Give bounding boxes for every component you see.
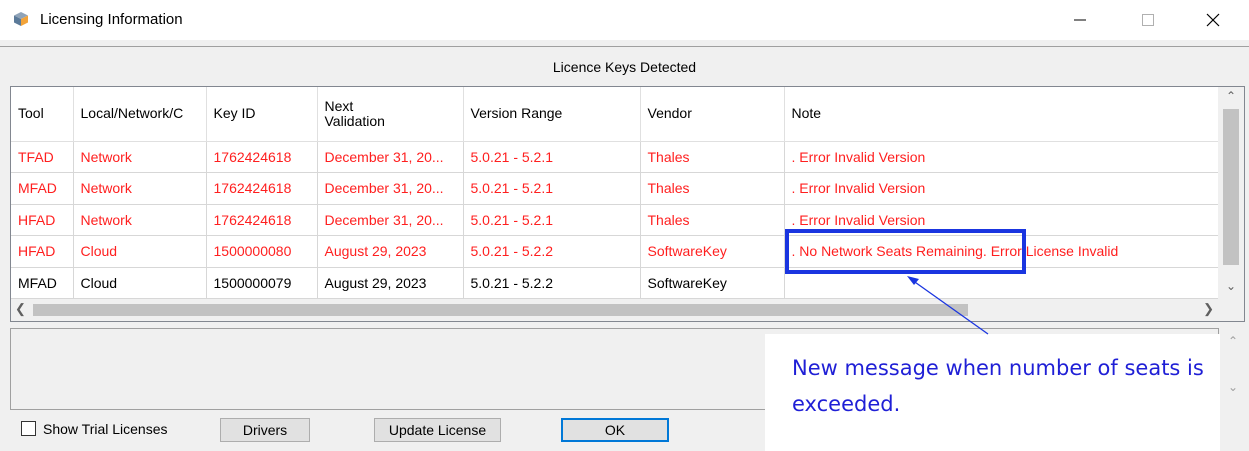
cell-version-range: 5.0.21 - 5.2.2 — [463, 235, 641, 268]
grid-horizontal-scroll-thumb[interactable] — [33, 304, 968, 316]
column-header-vendor[interactable]: Vendor — [640, 87, 785, 142]
cell-key-id: 1762424618 — [206, 141, 318, 173]
ok-button[interactable]: OK — [561, 418, 669, 442]
cell-version-range: 5.0.21 - 5.2.1 — [463, 204, 641, 236]
license-header: Licence Keys Detected — [0, 46, 1249, 86]
cell-tool: MFAD — [11, 267, 74, 299]
cell-location: Cloud — [73, 235, 207, 268]
minimize-icon — [1074, 19, 1086, 21]
cell-vendor: Thales — [640, 204, 785, 236]
cell-vendor: SoftwareKey — [640, 235, 785, 268]
cell-version-range: 5.0.21 - 5.2.1 — [463, 172, 641, 205]
close-icon — [1206, 13, 1220, 27]
cell-version-range: 5.0.21 - 5.2.2 — [463, 267, 641, 299]
license-grid-viewport: Tool Local/Network/C Key ID Next Validat… — [11, 87, 1218, 299]
close-button[interactable] — [1190, 0, 1236, 40]
cell-location: Network — [73, 204, 207, 236]
column-header-key-id[interactable]: Key ID — [206, 87, 318, 142]
table-header-row: Tool Local/Network/C Key ID Next Validat… — [11, 87, 1218, 142]
scroll-down-icon[interactable]: ⌄ — [1218, 279, 1244, 297]
column-header-version-range[interactable]: Version Range — [463, 87, 641, 142]
show-trial-licenses-checkbox[interactable] — [21, 421, 36, 436]
cell-tool: HFAD — [11, 204, 74, 236]
window-title: Licensing Information — [40, 11, 183, 28]
cell-key-id: 1500000079 — [206, 267, 318, 299]
table-row[interactable]: HFAD Cloud 1500000080 August 29, 2023 5.… — [11, 235, 1218, 268]
grid-vertical-scrollbar[interactable]: ⌃ ⌄ — [1218, 87, 1244, 299]
cell-key-id: 1762424618 — [206, 172, 318, 205]
cell-next-validation: August 29, 2023 — [317, 267, 464, 299]
cell-vendor: Thales — [640, 141, 785, 173]
maximize-button[interactable] — [1125, 0, 1171, 40]
cell-tool: MFAD — [11, 172, 74, 205]
grid-horizontal-scrollbar[interactable]: ❮ ❯ — [11, 299, 1244, 321]
scroll-up-icon[interactable]: ⌃ — [1218, 89, 1244, 107]
cell-note: . Error Invalid Version — [784, 172, 1218, 205]
scroll-left-icon[interactable]: ❮ — [15, 301, 26, 317]
grid-vertical-scroll-thumb[interactable] — [1223, 109, 1239, 265]
scroll-right-icon[interactable]: ❯ — [1203, 301, 1214, 317]
cell-next-validation: December 31, 20... — [317, 204, 464, 236]
app-cube-icon — [14, 12, 28, 26]
update-license-button[interactable]: Update License — [374, 418, 501, 442]
cell-location: Network — [73, 141, 207, 173]
cell-next-validation: August 29, 2023 — [317, 235, 464, 268]
table-row[interactable]: MFAD Network 1762424618 December 31, 20.… — [11, 172, 1218, 205]
license-header-text: Licence Keys Detected — [552, 59, 697, 75]
column-header-tool[interactable]: Tool — [11, 87, 74, 142]
cell-note: . Error Invalid Version — [784, 141, 1218, 173]
column-header-note[interactable]: Note — [784, 87, 1218, 142]
table-row[interactable]: TFAD Network 1762424618 December 31, 20.… — [11, 141, 1218, 173]
license-table: Tool Local/Network/C Key ID Next Validat… — [11, 87, 1218, 299]
cell-tool: TFAD — [11, 141, 74, 173]
title-bar: Licensing Information — [0, 0, 1249, 40]
column-header-next-validation[interactable]: Next Validation — [317, 87, 464, 142]
message-scroll-down-icon[interactable]: ⌄ — [1228, 380, 1238, 394]
table-row[interactable]: MFAD Cloud 1500000079 August 29, 2023 5.… — [11, 267, 1218, 299]
cell-key-id: 1762424618 — [206, 204, 318, 236]
annotation-text: New message when number of seats is exce… — [792, 356, 1204, 416]
cell-next-validation: December 31, 20... — [317, 141, 464, 173]
cell-location: Cloud — [73, 267, 207, 299]
message-scroll-up-icon[interactable]: ⌃ — [1228, 334, 1238, 348]
cell-location: Network — [73, 172, 207, 205]
cell-tool: HFAD — [11, 235, 74, 268]
drivers-button[interactable]: Drivers — [220, 418, 310, 442]
cell-version-range: 5.0.21 - 5.2.1 — [463, 141, 641, 173]
license-grid: Tool Local/Network/C Key ID Next Validat… — [10, 86, 1245, 322]
cell-vendor: Thales — [640, 172, 785, 205]
cell-vendor: SoftwareKey — [640, 267, 785, 299]
column-header-location[interactable]: Local/Network/C — [73, 87, 207, 142]
table-row[interactable]: HFAD Network 1762424618 December 31, 20.… — [11, 204, 1218, 236]
maximize-icon — [1142, 14, 1154, 26]
annotation-highlight-box — [785, 229, 1026, 274]
minimize-button[interactable] — [1057, 0, 1103, 40]
show-trial-licenses-label[interactable]: Show Trial Licenses — [43, 421, 168, 437]
cell-key-id: 1500000080 — [206, 235, 318, 268]
cell-next-validation: December 31, 20... — [317, 172, 464, 205]
